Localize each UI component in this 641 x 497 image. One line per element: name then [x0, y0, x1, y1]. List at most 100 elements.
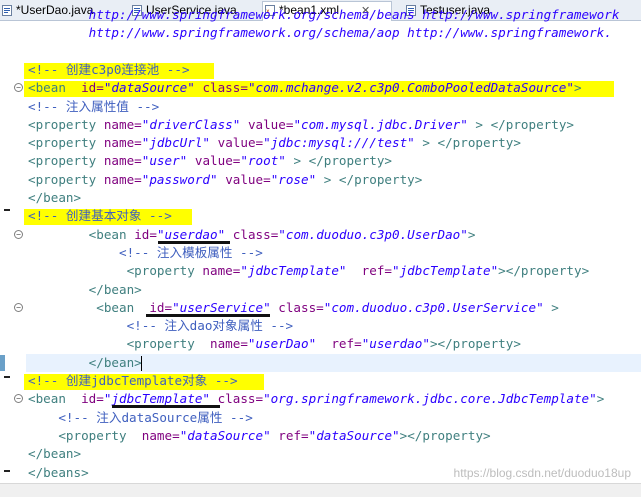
code-token: > </property>	[285, 153, 393, 168]
watermark: https://blog.csdn.net/duoduo18up	[453, 466, 631, 480]
code-token: <!-- 注入模板属性 -->	[119, 245, 263, 260]
code-line[interactable]: <bean id="userService" class="com.duoduo…	[28, 299, 559, 317]
ruler-marker	[4, 209, 10, 211]
code-line[interactable]: http://www.springframework.org/schema/be…	[28, 6, 620, 24]
code-token: <bean	[88, 227, 127, 242]
code-line[interactable]: </beans>	[28, 464, 89, 482]
code-token: value=	[217, 135, 264, 150]
code-token: id=	[81, 391, 104, 406]
code-line[interactable]: <!-- 注入属性值 -->	[28, 98, 159, 116]
code-token: ></property>	[429, 336, 521, 351]
code-token: class=	[278, 300, 324, 315]
code-line[interactable]: <property name="driverClass" value="com.…	[28, 116, 574, 134]
code-token: name=	[103, 153, 142, 168]
code-token: ></property>	[498, 263, 590, 278]
java-file-icon	[2, 5, 12, 16]
code-token: name=	[103, 172, 142, 187]
code-line[interactable]: <property name="jdbcTemplate" ref="jdbcT…	[28, 262, 590, 280]
code-token: "org.springframework.jdbc.core.JdbcTempl…	[263, 391, 597, 406]
code-token: name=	[103, 117, 142, 132]
code-token: id=	[149, 300, 173, 315]
code-token: value=	[194, 153, 241, 168]
code-token: class=	[217, 391, 264, 406]
code-token: > </property>	[316, 172, 423, 187]
code-token: ref=	[361, 263, 393, 278]
code-token: value=	[247, 117, 294, 132]
code-token: "root"	[240, 153, 286, 168]
code-token: "jdbc:mysql:///test"	[263, 135, 415, 150]
underline-mark	[158, 241, 230, 244]
code-token: <property	[28, 172, 97, 187]
code-token: <property	[28, 153, 97, 168]
code-token: </beans>	[28, 465, 89, 480]
code-line[interactable]: <property name="userDao" ref="userdao"><…	[28, 335, 521, 353]
code-line[interactable]: </bean>	[28, 354, 142, 372]
code-token: "dataSource"	[103, 80, 195, 95]
text-cursor	[141, 356, 142, 371]
code-line[interactable]: <!-- 注入模板属性 -->	[28, 244, 263, 262]
code-token: id=	[134, 227, 157, 242]
code-token: </bean>	[28, 446, 82, 461]
code-line[interactable]: <bean id="dataSource" class="com.mchange…	[28, 79, 582, 97]
code-line[interactable]: <property name="password" value="rose" >…	[28, 171, 422, 189]
code-line[interactable]: <!-- 注入dataSource属性 -->	[28, 409, 252, 427]
code-token: "jdbcTemplate"	[240, 263, 347, 278]
code-token: name=	[141, 428, 180, 443]
code-token: <property	[126, 263, 195, 278]
fold-icon[interactable]: −	[14, 303, 23, 312]
code-line[interactable]: http://www.springframework.org/schema/ao…	[28, 24, 612, 42]
code-token: >	[573, 80, 582, 95]
code-token: >	[467, 227, 476, 242]
code-token: "userService"	[172, 300, 271, 315]
horizontal-scrollbar[interactable]	[0, 483, 641, 497]
code-token: "userdao"	[156, 227, 226, 242]
code-token: "userDao"	[247, 336, 317, 351]
code-line[interactable]: </bean>	[28, 189, 81, 207]
fold-icon[interactable]: −	[14, 230, 23, 239]
fold-icon[interactable]: −	[14, 83, 23, 92]
code-token: <!-- 注入dao对象属性 -->	[126, 318, 294, 333]
code-line[interactable]: <!-- 创建jdbcTemplate对象 -->	[28, 372, 238, 390]
code-token: "password"	[141, 172, 218, 187]
code-line[interactable]: <!-- 创建基本对象 -->	[28, 207, 172, 225]
ruler-marker	[4, 376, 10, 378]
code-token: <property	[58, 428, 127, 443]
code-token: id=	[81, 80, 104, 95]
code-token: name=	[210, 336, 248, 351]
code-line[interactable]: <bean id="userdao" class="com.duoduo.c3p…	[28, 226, 476, 244]
code-line[interactable]: <!-- 创建c3p0连接池 -->	[28, 61, 190, 79]
code-token: "user"	[141, 153, 188, 168]
code-line[interactable]: <property name="jdbcUrl" value="jdbc:mys…	[28, 134, 521, 152]
code-line[interactable]: <!-- 注入dao对象属性 -->	[28, 317, 294, 335]
code-line[interactable]: <property name="user" value="root" > </p…	[28, 152, 392, 170]
editor-ruler	[0, 21, 10, 496]
code-token: "rose"	[270, 172, 317, 187]
code-line[interactable]: </bean>	[28, 445, 81, 463]
code-token: <bean	[96, 300, 135, 315]
fold-icon[interactable]: −	[14, 394, 23, 403]
code-token: </bean>	[88, 355, 142, 370]
code-line[interactable]: </bean>	[28, 281, 142, 299]
code-line[interactable]: <property name="dataSource" ref="dataSou…	[28, 427, 490, 445]
code-token: >	[543, 300, 559, 315]
code-token: > </property>	[414, 135, 521, 150]
code-token: </bean>	[88, 282, 142, 297]
code-token: "jdbcTemplate"	[392, 263, 499, 278]
